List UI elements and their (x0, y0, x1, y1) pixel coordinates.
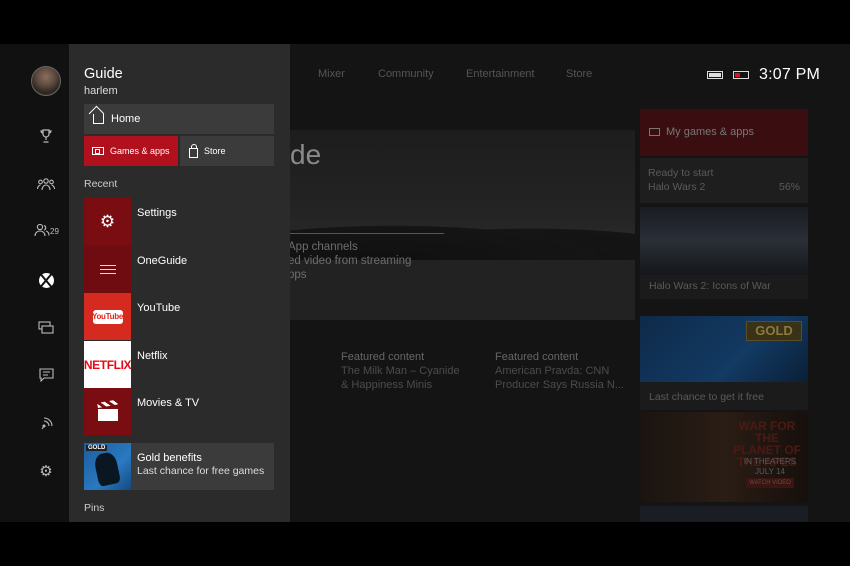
games-icon (649, 128, 660, 136)
recent-item-label: OneGuide (137, 255, 188, 267)
party-icon[interactable] (36, 174, 56, 194)
friends-count: 29 (50, 227, 59, 236)
pins-heading: Pins (84, 502, 105, 514)
netflix-icon: NETFLIX (84, 341, 132, 388)
my-games-label: My games & apps (649, 126, 754, 138)
next-tile-strip (640, 506, 808, 522)
settings-gear-icon[interactable]: ⚙ (36, 461, 56, 481)
bg-tab-entertainment: Entertainment (466, 68, 535, 80)
friends-icon[interactable] (32, 220, 52, 240)
broadcast-icon[interactable] (36, 413, 56, 433)
recent-item-label: Movies & TV (137, 397, 200, 409)
battery-low-icon (733, 71, 749, 79)
clapperboard-icon (84, 388, 131, 435)
store-button[interactable]: Store (180, 136, 274, 166)
recent-item-label: Netflix (137, 350, 168, 362)
home-icon (93, 114, 104, 124)
guide-panel: Guide harlem Home Games & apps Store Rec… (69, 44, 290, 522)
gold-benefits-thumbnail: GOLD (84, 443, 131, 490)
recent-item-label: Settings (137, 207, 177, 219)
games-apps-label: Games & apps (110, 146, 170, 156)
store-bag-icon (189, 143, 198, 158)
games-apps-button[interactable]: Games & apps (84, 136, 178, 166)
hero-line-1: App channels (288, 241, 358, 253)
dashboard-screen: Mixer Community Entertainment Store de A… (0, 44, 850, 522)
featured-sub: Producer Says Russia N... (495, 379, 624, 391)
ready-percent: 56% (779, 181, 801, 193)
recent-item-settings[interactable]: ⚙ Settings (84, 198, 274, 245)
halo-wars-image[interactable] (640, 207, 808, 275)
guide-rail: 29 ⚙ (0, 44, 69, 522)
hero-line-2: ed video from streaming (288, 255, 412, 267)
bg-tab-community: Community (378, 68, 434, 80)
ready-label: Ready to start (648, 167, 714, 179)
xbox-home-icon[interactable] (36, 270, 56, 290)
apes-date: IN THEATERS JULY 14 (743, 457, 797, 476)
bg-tab-store: Store (566, 68, 593, 80)
gear-icon: ⚙ (84, 198, 131, 245)
trophy-icon[interactable] (36, 126, 56, 146)
featured-tile-2: Featured content American Pravda: CNN Pr… (495, 350, 624, 392)
halo-caption: Halo Wars 2: Icons of War (649, 280, 771, 292)
gold-benefits-sub: Last chance for free games (137, 464, 265, 477)
gold-badge: GOLD (746, 321, 802, 341)
controller-battery-icon (707, 71, 723, 79)
featured-sub: American Pravda: CNN (495, 365, 610, 377)
apes-watch-button: WATCH VIDEO (746, 478, 794, 488)
featured-tile-1: Featured content The Milk Man – Cyanide … (341, 350, 460, 392)
gold-benefits-label: Gold benefits (137, 451, 202, 464)
messages-icon[interactable] (36, 318, 56, 338)
gamertag: harlem (84, 85, 118, 97)
recent-item-movies-tv[interactable]: Movies & TV (84, 388, 274, 435)
hero-subtitle: App channels ed video from streaming pps (288, 240, 411, 282)
store-label: Store (204, 146, 226, 156)
recent-item-netflix[interactable]: NETFLIX Netflix (84, 341, 274, 388)
recent-heading: Recent (84, 178, 118, 190)
games-icon (92, 147, 104, 155)
chat-icon[interactable] (36, 365, 56, 385)
home-label: Home (111, 113, 141, 125)
hero-image (290, 130, 635, 320)
guide-title: Guide (84, 66, 123, 82)
featured-sub: & Happiness Minis (341, 379, 433, 391)
hero-line-3: pps (288, 269, 307, 281)
youtube-icon: YouTube (84, 293, 131, 340)
clock: 3:07 PM (759, 66, 820, 83)
featured-label: Featured content (341, 351, 425, 363)
bg-tab-mixer: Mixer (318, 68, 345, 80)
featured-label: Featured content (495, 351, 579, 363)
hero-divider (290, 233, 444, 234)
status-bar: 3:07 PM (707, 66, 820, 84)
avatar[interactable] (31, 66, 61, 96)
recent-item-youtube[interactable]: YouTube YouTube (84, 293, 274, 340)
lines-icon (84, 246, 131, 293)
hero-title: de (290, 139, 322, 170)
recent-item-label: YouTube (137, 302, 181, 314)
gold-caption: Last chance to get it free (649, 391, 764, 403)
recent-item-oneguide[interactable]: OneGuide (84, 246, 274, 293)
recent-item-gold-benefits[interactable]: GOLD Gold benefits Last chance for free … (84, 443, 274, 490)
home-button[interactable]: Home (84, 104, 274, 134)
featured-sub: The Milk Man – Cyanide (341, 365, 460, 377)
ready-game: Halo Wars 2 (648, 181, 706, 193)
